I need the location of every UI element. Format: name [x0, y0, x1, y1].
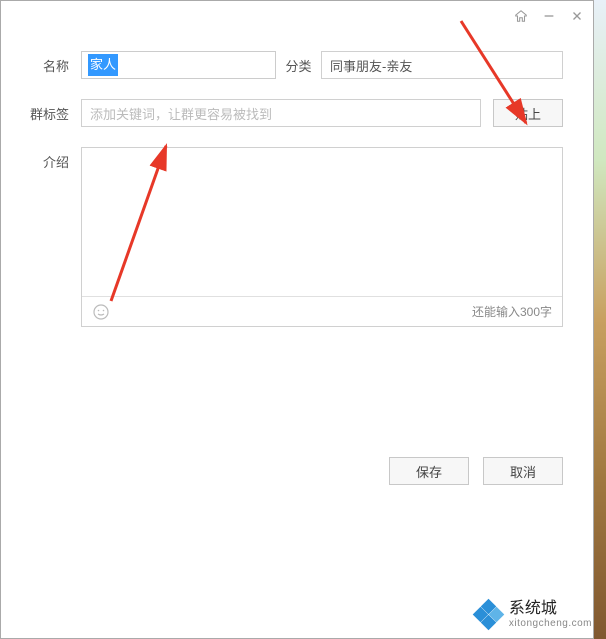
home-icon[interactable] — [513, 8, 529, 24]
button-row: 保存 取消 — [1, 427, 593, 485]
emoji-icon[interactable] — [92, 303, 110, 321]
cancel-button[interactable]: 取消 — [483, 457, 563, 485]
desc-textarea[interactable] — [82, 148, 562, 298]
form: 名称 家人 分类 同事朋友-亲友 群标签 添加关键词，让群更容易被找到 贴上 介… — [1, 31, 593, 327]
dialog-window: 名称 家人 分类 同事朋友-亲友 群标签 添加关键词，让群更容易被找到 贴上 介… — [0, 0, 594, 639]
watermark-text: 系统城 xitongcheng.com — [509, 600, 592, 629]
category-value: 同事朋友-亲友 — [330, 56, 412, 75]
watermark-title: 系统城 — [509, 600, 592, 618]
desc-box: 还能输入300字 — [81, 147, 563, 327]
titlebar — [1, 1, 593, 31]
watermark: 系统城 xitongcheng.com — [475, 600, 592, 629]
category-select[interactable]: 同事朋友-亲友 — [321, 51, 563, 79]
desc-label: 介绍 — [21, 147, 81, 171]
close-icon[interactable] — [569, 8, 585, 24]
tag-input[interactable]: 添加关键词，让群更容易被找到 — [81, 99, 481, 127]
name-input[interactable]: 家人 — [81, 51, 276, 79]
watermark-url: xitongcheng.com — [509, 618, 592, 629]
paste-button[interactable]: 贴上 — [493, 99, 563, 127]
watermark-logo-icon — [475, 601, 503, 629]
desc-footer: 还能输入300字 — [82, 296, 562, 326]
char-count: 还能输入300字 — [472, 303, 552, 320]
name-selected-text: 家人 — [88, 54, 118, 76]
minimize-icon[interactable] — [541, 8, 557, 24]
tag-row: 群标签 添加关键词，让群更容易被找到 贴上 — [21, 99, 563, 127]
category-label: 分类 — [276, 51, 321, 75]
save-button[interactable]: 保存 — [389, 457, 469, 485]
tag-label: 群标签 — [21, 99, 81, 123]
tag-placeholder: 添加关键词，让群更容易被找到 — [90, 104, 272, 123]
desc-row: 介绍 还能输入300字 — [21, 147, 563, 327]
name-label: 名称 — [21, 51, 81, 75]
name-row: 名称 家人 分类 同事朋友-亲友 — [21, 51, 563, 79]
background-strip — [594, 0, 606, 639]
